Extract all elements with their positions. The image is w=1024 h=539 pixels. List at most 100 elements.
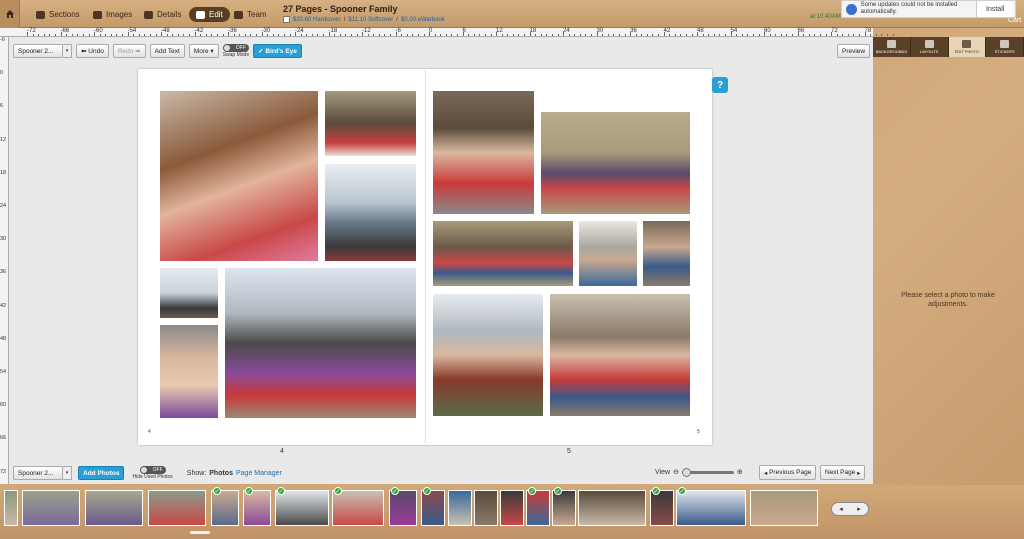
photo-couple-overlook[interactable] [325, 164, 416, 261]
home-button[interactable] [0, 0, 20, 28]
filmstrip-thumbnail[interactable] [243, 490, 271, 526]
ruler-tick [797, 32, 799, 36]
page-manager-link[interactable]: Page Manager [236, 470, 282, 477]
previous-page-label: Previous Page [769, 469, 812, 476]
ruler-tick [685, 34, 687, 36]
ruler-tick [870, 34, 872, 36]
more-label: More [193, 47, 209, 55]
filmstrip-thumbnail[interactable] [500, 490, 524, 526]
filmstrip-thumbnail[interactable] [421, 490, 445, 526]
show-photos-link[interactable]: Photos [209, 470, 233, 477]
undo-button[interactable]: ⬅ Undo [76, 44, 109, 58]
photo-family-field[interactable] [541, 112, 690, 214]
tab-images[interactable]: Images [93, 7, 132, 22]
next-page-label: Next Page [825, 469, 856, 476]
hide-used-toggle[interactable]: OFF Hide Used Photos [132, 466, 173, 480]
photo-couple-portrait[interactable] [433, 294, 543, 416]
ruler-top-label: -66 [60, 28, 70, 34]
hide-used-label: Hide Used Photos [132, 474, 173, 480]
tab-stickers[interactable]: STICKERS [986, 37, 1024, 57]
zoom-slider-handle[interactable] [681, 467, 691, 477]
filmstrip-thumbnail[interactable] [526, 490, 550, 526]
preview-button[interactable]: Preview [837, 44, 871, 58]
filmstrip-thumbnail[interactable] [4, 490, 18, 526]
filmstrip-thumbnail[interactable] [676, 490, 746, 526]
tab-sections[interactable]: Sections [36, 7, 80, 22]
album-select[interactable]: Spooner 2... ▾ [13, 466, 72, 480]
chevron-right-icon: ▸ [855, 469, 861, 477]
filmstrip-scrollbar[interactable] [190, 531, 210, 534]
photo-child-striped[interactable] [643, 221, 690, 286]
tab-backgrounds[interactable]: BACKGROUNDS [873, 37, 911, 57]
filmstrip-thumbnail[interactable] [332, 490, 384, 526]
add-photos-button[interactable]: Add Photos [78, 466, 125, 480]
filmstrip-next-button[interactable]: ▸ [850, 503, 868, 515]
install-button[interactable]: Install [976, 1, 1013, 17]
ruler-tick [82, 34, 84, 36]
zoom-slider[interactable] [681, 467, 734, 477]
birds-eye-button[interactable]: ✓ Bird's Eye [253, 44, 302, 58]
price-ebook[interactable]: $0.00 eWarbook [401, 17, 445, 23]
album-select-value: Spooner 2... [13, 466, 63, 480]
photo-mom-kids[interactable] [579, 221, 637, 286]
zoom-in-icon[interactable]: ⊕ [737, 468, 743, 476]
tab-details[interactable]: Details [144, 7, 181, 22]
ruler-tick [457, 34, 458, 36]
ruler-tick [769, 34, 771, 36]
ruler-tick [205, 34, 207, 36]
photo-baby-closeup[interactable] [160, 325, 218, 418]
ruler-tick [512, 34, 514, 36]
layouts-icon [924, 40, 934, 48]
ruler-tick [747, 34, 749, 36]
zoom-out-icon[interactable]: ⊖ [673, 468, 679, 476]
filmstrip-thumbnail[interactable] [448, 490, 472, 526]
ruler-tick [378, 34, 380, 36]
ruler-left-label: 12 [0, 136, 7, 143]
filmstrip-thumbnail[interactable] [275, 490, 329, 526]
add-text-button[interactable]: Add Text [149, 44, 185, 58]
photo-family-standing[interactable] [550, 294, 690, 416]
next-page-button[interactable]: Next Page ▸ [820, 465, 866, 480]
layout-select-value: Spooner 2... [13, 44, 63, 58]
filmstrip-thumbnail[interactable] [552, 490, 576, 526]
ruler-tick [406, 34, 408, 36]
photo-mother-baby[interactable] [160, 91, 318, 261]
filmstrip-nav: ◂ ▸ [831, 502, 869, 516]
swap-mode-toggle[interactable]: OFF Swap Mode [223, 44, 249, 58]
price-hardcover[interactable]: $20.60 Hardcover [293, 17, 341, 23]
photo-family-group[interactable] [225, 268, 416, 418]
tab-layouts[interactable]: LAYOUTS [910, 37, 949, 57]
filmstrip-thumbnail[interactable] [148, 490, 206, 526]
editor-toolbar: Spooner 2... ▾ ⬅ Undo Redo ➡ Add Text Mo… [13, 44, 302, 58]
photo-two-women[interactable] [325, 91, 416, 156]
ruler-tick [691, 34, 693, 36]
ruler-tick [417, 34, 419, 36]
ruler-left-label: -6 [0, 37, 5, 43]
filmstrip-thumbnail[interactable] [750, 490, 818, 526]
filmstrip-thumbnail[interactable] [650, 490, 674, 526]
filmstrip-thumbnail[interactable] [474, 490, 498, 526]
filmstrip-prev-button[interactable]: ◂ [832, 503, 850, 515]
photo-family-sitting[interactable] [433, 221, 573, 286]
tab-edit-photo[interactable]: EDIT PHOTO [948, 37, 987, 57]
filmstrip-thumbnail[interactable] [211, 490, 239, 526]
tab-edit[interactable]: Edit [189, 7, 230, 22]
filmstrip-thumbnail[interactable] [578, 490, 646, 526]
ruler-tick [445, 34, 447, 36]
ruler-tick [468, 34, 470, 36]
tab-team[interactable]: Team [234, 7, 267, 22]
previous-page-button[interactable]: ◂ Previous Page [759, 465, 817, 480]
layout-select[interactable]: Spooner 2... ▾ [13, 44, 72, 58]
redo-button[interactable]: Redo ➡ [112, 44, 146, 58]
cart-link[interactable]: Cart [1008, 17, 1021, 24]
more-button[interactable]: More ▾ [188, 44, 219, 58]
price-softcover[interactable]: $11.10 Softcover [348, 17, 393, 23]
photo-man-profile[interactable] [160, 268, 218, 318]
filmstrip-thumbnail[interactable] [22, 490, 80, 526]
filmstrip-thumbnail[interactable] [85, 490, 143, 526]
filmstrip-thumbnail[interactable] [389, 490, 417, 526]
ruler-tick [350, 34, 352, 36]
help-button[interactable]: ? [712, 77, 728, 93]
photo-dad-boys[interactable] [433, 91, 534, 214]
ruler-tick [43, 34, 45, 36]
